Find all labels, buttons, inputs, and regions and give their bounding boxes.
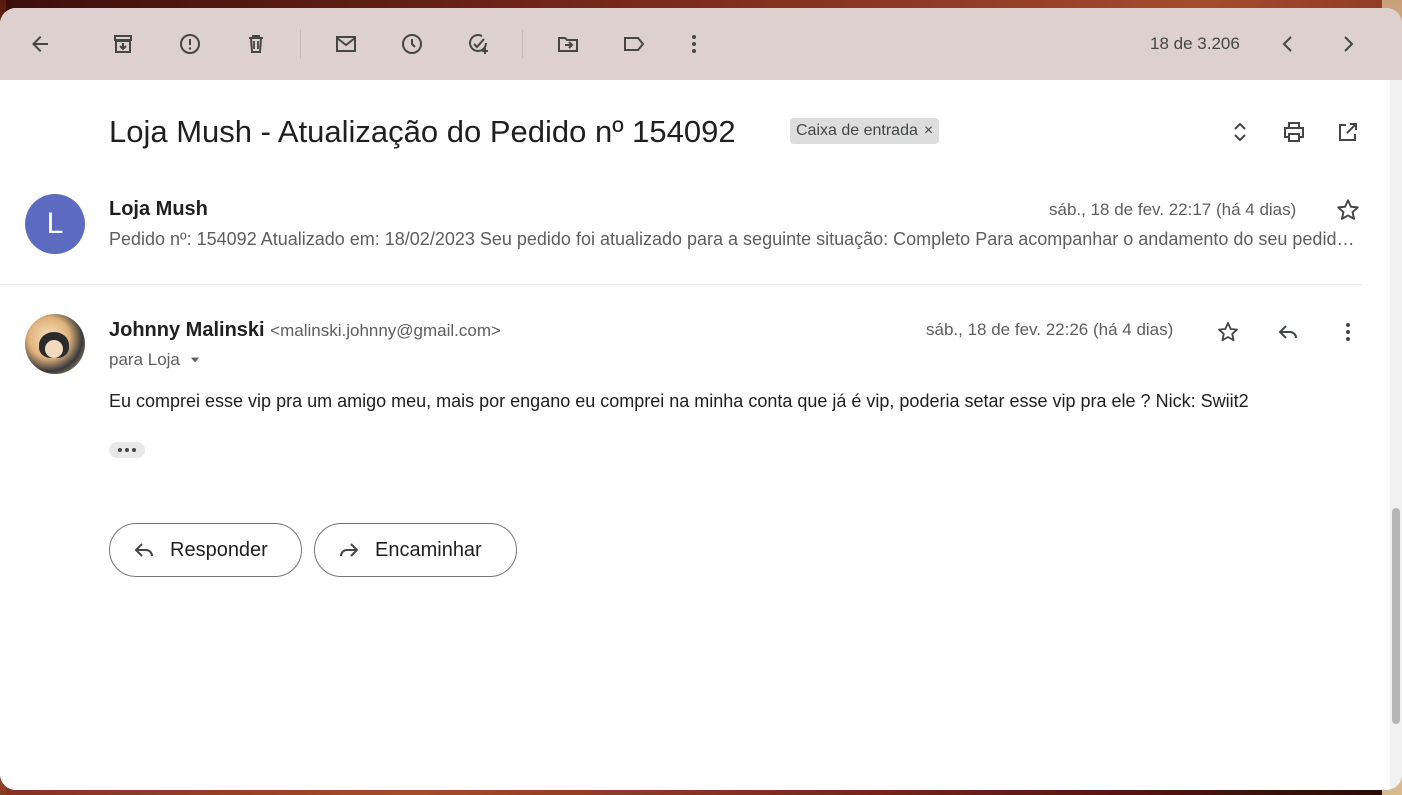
snooze-button[interactable] <box>392 24 432 64</box>
message-date: sáb., 18 de fev. 22:26 (há 4 dias) <box>926 320 1174 339</box>
mail-icon <box>336 36 356 52</box>
caret-down-icon <box>190 357 199 363</box>
toolbar-separator <box>522 30 523 58</box>
forward-button[interactable]: Encaminhar <box>314 523 517 577</box>
more-vertical-icon <box>1346 323 1350 341</box>
pagination-count: 18 de 3.206 <box>1150 34 1240 53</box>
inbox-label-text: Caixa de entrada <box>796 122 918 139</box>
vertical-scrollbar[interactable] <box>1390 80 1402 790</box>
message-divider <box>0 284 1362 285</box>
star-button[interactable] <box>1213 317 1243 347</box>
inbox-label-chip: Caixa de entrada × <box>790 118 940 144</box>
recipients-text: para Loja <box>109 350 180 369</box>
open-in-new-icon <box>1339 123 1357 141</box>
report-spam-button[interactable] <box>170 24 210 64</box>
forward-icon <box>340 543 359 557</box>
star-button[interactable] <box>1335 197 1363 225</box>
label-icon <box>624 37 645 51</box>
trash-icon <box>249 35 263 53</box>
archive-icon <box>114 35 132 53</box>
add-task-button[interactable] <box>458 24 498 64</box>
message-sender-line: Johnny Malinski <malinski.johnny@gmail.c… <box>109 319 501 342</box>
older-button[interactable] <box>1328 24 1368 64</box>
star-icon <box>1218 322 1238 342</box>
recipients-dropdown[interactable]: para Loja <box>109 350 202 370</box>
email-window: 18 de 3.206 Loja Mush - Atualização do P… <box>0 8 1402 790</box>
open-new-window-button[interactable] <box>1333 117 1363 147</box>
reply-label: Responder <box>170 538 268 561</box>
print-button[interactable] <box>1279 117 1309 147</box>
report-icon <box>180 34 200 54</box>
archive-button[interactable] <box>103 24 143 64</box>
message-snippet[interactable]: Pedido nº: 154092 Atualizado em: 18/02/2… <box>109 229 1359 250</box>
clock-icon <box>402 34 422 54</box>
show-trimmed-content-button[interactable] <box>109 442 145 458</box>
print-icon <box>1284 122 1304 142</box>
avatar[interactable]: L <box>25 194 85 254</box>
email-toolbar: 18 de 3.206 <box>0 8 1402 80</box>
more-vertical-icon <box>692 35 696 53</box>
email-subject: Loja Mush - Atualização do Pedido nº 154… <box>109 114 736 149</box>
sender-email: <malinski.johnny@gmail.com> <box>270 321 501 340</box>
arrow-back-icon <box>32 36 48 52</box>
move-to-button[interactable] <box>548 24 588 64</box>
reply-icon <box>134 543 153 557</box>
message-sender[interactable]: Johnny Malinski <box>109 319 265 341</box>
remove-label-button[interactable]: × <box>924 122 933 140</box>
message-body: Eu comprei esse vip pra um amigo meu, ma… <box>109 391 1249 411</box>
avatar-face <box>45 340 63 358</box>
dot-icon <box>125 448 129 452</box>
more-options-button[interactable] <box>674 24 714 64</box>
scrollbar-thumb[interactable] <box>1392 508 1400 724</box>
mark-unread-button[interactable] <box>326 24 366 64</box>
message-date: sáb., 18 de fev. 22:17 (há 4 dias) <box>1049 200 1297 219</box>
reply-icon <box>1278 325 1297 339</box>
forward-label: Encaminhar <box>375 538 482 561</box>
reply-icon-button[interactable] <box>1273 317 1303 347</box>
chevron-right-icon <box>1344 36 1354 52</box>
reply-button[interactable]: Responder <box>109 523 302 577</box>
expand-all-button[interactable] <box>1225 117 1255 147</box>
toolbar-separator <box>300 30 301 58</box>
add-task-icon <box>469 34 488 54</box>
message-sender[interactable]: Loja Mush <box>109 198 208 221</box>
message-more-button[interactable] <box>1333 317 1363 347</box>
back-button[interactable] <box>20 24 60 64</box>
label-button[interactable] <box>614 24 654 64</box>
star-icon <box>1337 199 1359 220</box>
delete-button[interactable] <box>236 24 276 64</box>
email-content: Loja Mush - Atualização do Pedido nº 154… <box>0 80 1390 790</box>
dot-icon <box>118 448 122 452</box>
dot-icon <box>132 448 136 452</box>
newer-button[interactable] <box>1268 24 1308 64</box>
avatar[interactable] <box>25 314 85 374</box>
unfold-icon <box>1234 122 1246 142</box>
folder-move-icon <box>558 37 578 52</box>
chevron-left-icon <box>1282 36 1292 52</box>
